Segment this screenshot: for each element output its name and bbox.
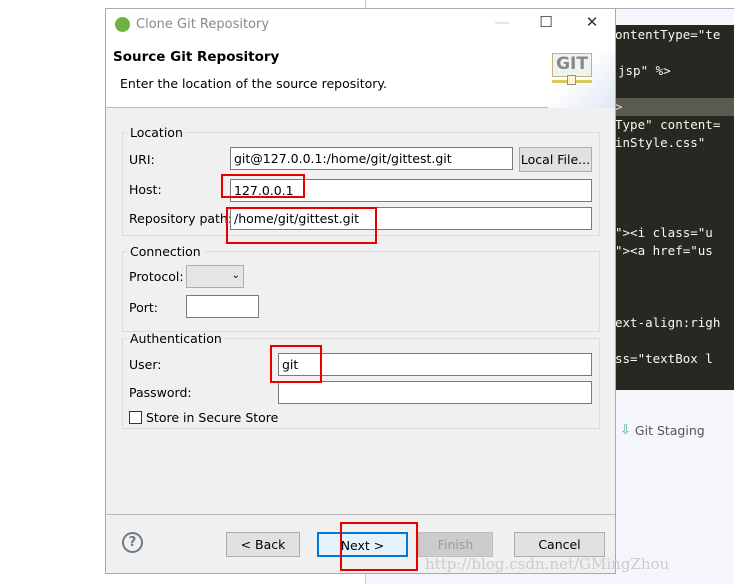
code-line: ontentType="te <box>615 27 721 42</box>
store-secure-label: Store in Secure Store <box>146 410 279 425</box>
protocol-select[interactable]: ⌄ <box>186 265 244 288</box>
password-label: Password: <box>129 385 192 400</box>
spring-leaf-icon <box>115 16 130 32</box>
user-input[interactable]: git <box>278 353 592 376</box>
page-title: Source Git Repository <box>113 49 280 65</box>
code-line: inStyle.css" <box>615 135 706 150</box>
annotation-repository-path <box>226 207 377 244</box>
git-staging-icon: ⇩ <box>620 422 631 438</box>
user-label: User: <box>129 357 162 372</box>
chevron-down-icon: ⌄ <box>231 270 240 281</box>
annotation-next <box>340 522 418 571</box>
annotation-host <box>221 174 305 198</box>
button-bar-divider <box>106 514 615 515</box>
window-title: Clone Git Repository <box>136 16 270 32</box>
close-button[interactable]: ✕ <box>577 13 607 31</box>
password-input[interactable] <box>278 381 592 404</box>
uri-input[interactable]: git@127.0.0.1:/home/git/gittest.git <box>230 147 513 170</box>
port-input[interactable] <box>186 295 259 318</box>
watermark: http://blog.csdn.net/GMingZhou <box>425 555 670 573</box>
help-icon[interactable]: ? <box>122 532 143 553</box>
annotation-user <box>270 345 322 383</box>
title-bar: Clone Git Repository — ☐ ✕ <box>106 9 615 39</box>
cancel-button[interactable]: Cancel <box>514 532 605 557</box>
location-legend: Location <box>130 125 183 140</box>
highlighted-line <box>615 98 734 116</box>
authentication-legend: Authentication <box>130 331 222 346</box>
protocol-label: Protocol: <box>129 269 184 284</box>
connection-group: Connection <box>122 244 600 332</box>
port-label: Port: <box>129 300 158 315</box>
clone-git-repository-dialog: Clone Git Repository — ☐ ✕ Source Git Re… <box>105 8 616 574</box>
repository-path-label: Repository path: <box>129 211 233 226</box>
code-line: ss="textBox l <box>615 351 713 366</box>
code-editor: ontentType="te jsp" %> > Type" content= … <box>615 25 734 390</box>
minimize-button[interactable]: — <box>487 13 517 31</box>
code-line: > <box>615 99 623 114</box>
code-line: jsp" %> <box>618 63 671 78</box>
host-label: Host: <box>129 182 162 197</box>
connection-legend: Connection <box>130 244 201 259</box>
code-line: ext-align:righ <box>615 315 721 330</box>
page-description: Enter the location of the source reposit… <box>120 76 387 91</box>
store-secure-checkbox[interactable] <box>129 411 142 424</box>
code-line: Type" content= <box>615 117 721 132</box>
back-button[interactable]: < Back <box>226 532 300 557</box>
maximize-button[interactable]: ☐ <box>531 13 561 31</box>
wizard-header: Source Git Repository Enter the location… <box>106 39 615 108</box>
git-logo: GIT <box>548 51 615 108</box>
finish-button: Finish <box>418 532 493 557</box>
git-staging-label: Git Staging <box>634 422 705 438</box>
code-line: "><i class="u <box>615 225 713 240</box>
local-file-button[interactable]: Local File... <box>519 147 592 172</box>
git-staging-tab[interactable]: ⇩ Git Staging <box>620 418 734 442</box>
uri-label: URI: <box>129 152 155 167</box>
code-line: "><a href="us <box>615 243 713 258</box>
